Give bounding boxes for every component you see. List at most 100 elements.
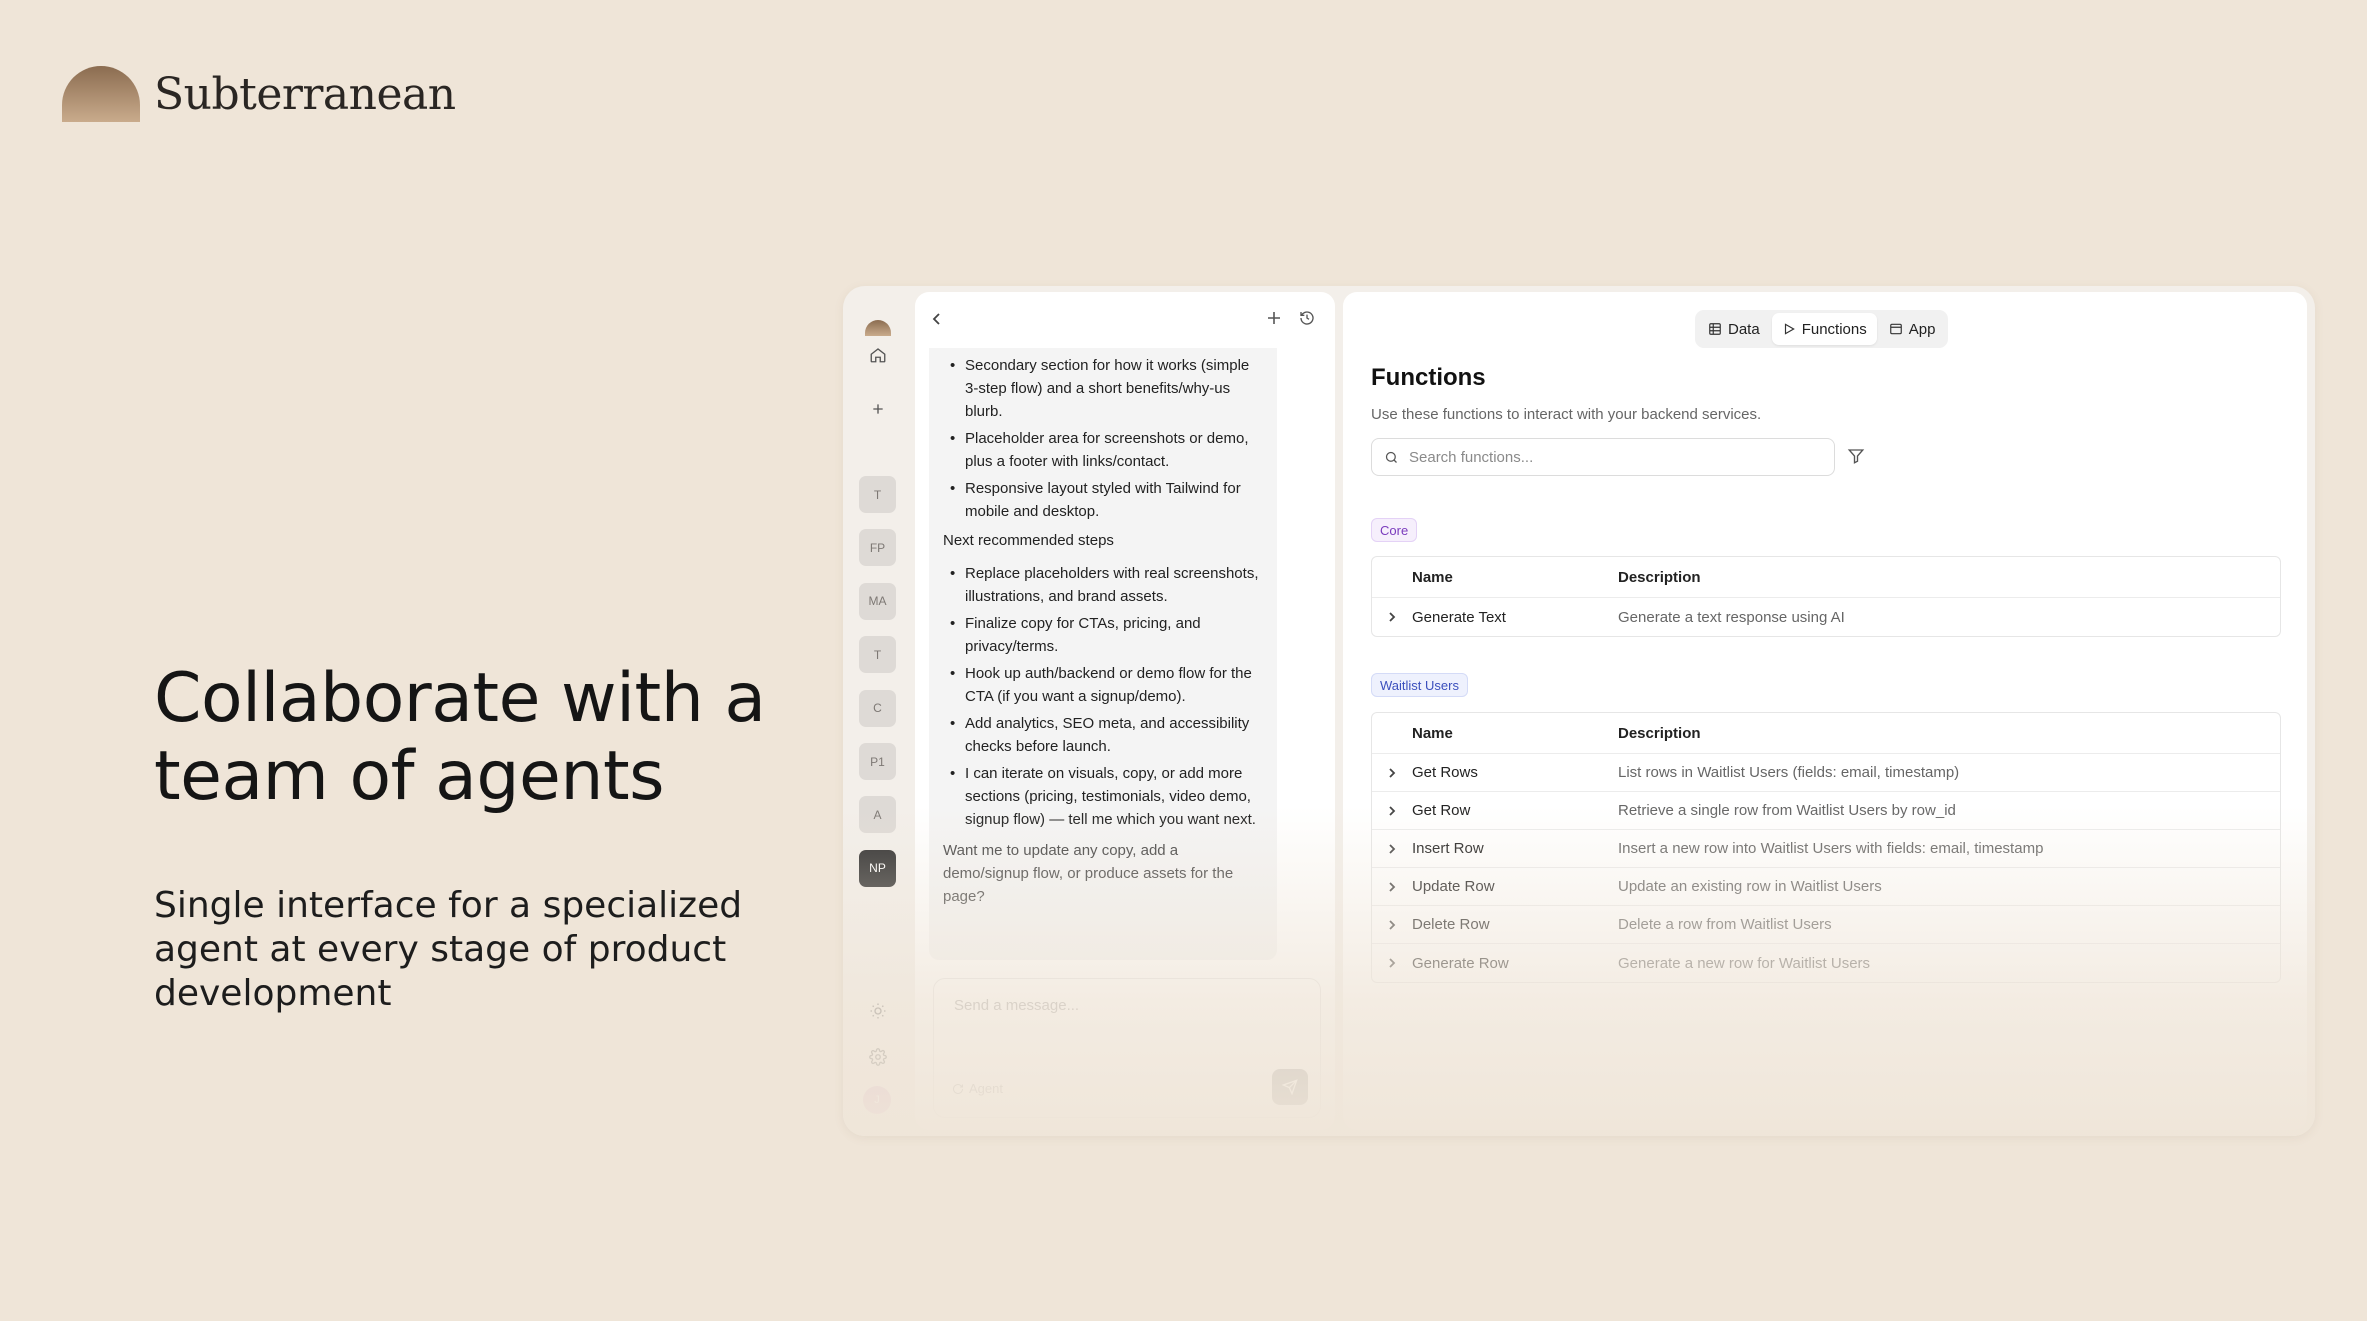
page-title: Functions xyxy=(1371,364,1486,391)
summary-bullets: Secondary section for how it works (simp… xyxy=(943,354,1265,523)
step-item: I can iterate on visuals, copy, or add m… xyxy=(943,762,1265,831)
function-row[interactable]: Generate Text Generate a text response us… xyxy=(1372,598,2280,636)
send-button[interactable] xyxy=(1272,1069,1308,1105)
function-row[interactable]: Insert Row Insert a new row into Waitlist… xyxy=(1372,830,2280,868)
function-name: Get Row xyxy=(1412,802,1471,819)
chevron-right-icon[interactable] xyxy=(1372,957,1412,969)
function-description: List rows in Waitlist Users (fields: ema… xyxy=(1618,764,1960,781)
summary-bullet: Secondary section for how it works (simp… xyxy=(943,354,1265,423)
project-chip[interactable]: MA xyxy=(859,582,896,620)
hero-title: Collaborate with a team of agents xyxy=(154,659,766,816)
project-chip[interactable]: T xyxy=(859,636,896,674)
hero-subtitle: Single interface for a specialized agent… xyxy=(154,885,743,1014)
search-box[interactable] xyxy=(1371,438,1835,476)
play-icon xyxy=(1782,322,1796,336)
functions-table-waitlist-users: Name Description Get Rows List rows in Wait… xyxy=(1371,712,2281,983)
search-icon xyxy=(1385,451,1397,463)
project-chip[interactable]: NP xyxy=(859,849,896,887)
chevron-right-icon[interactable] xyxy=(1372,843,1412,855)
function-row[interactable]: Get Rows List rows in Waitlist Users (fie… xyxy=(1372,754,2280,792)
function-name: Generate Row xyxy=(1412,954,1509,972)
project-chip[interactable]: T xyxy=(859,476,896,513)
chevron-right-icon[interactable] xyxy=(1372,611,1412,623)
search-input[interactable] xyxy=(1409,448,1809,466)
closing-message: Want me to update any copy, add a demo/s… xyxy=(943,842,1234,905)
step-item: Hook up auth/backend or demo flow for th… xyxy=(943,662,1265,708)
home-icon[interactable] xyxy=(863,340,893,370)
function-name: Insert Row xyxy=(1412,840,1484,857)
new-project-icon[interactable] xyxy=(863,394,893,424)
functions-panel: Data Functions App Functions Use these fun… xyxy=(1343,292,2307,1130)
function-description: Retrieve a single row from Waitlist User… xyxy=(1618,802,1956,819)
tab-label: Data xyxy=(1728,320,1760,338)
function-row[interactable]: Delete Row Delete a row from Waitlist Use… xyxy=(1372,906,2280,944)
view-tabs: Data Functions App xyxy=(1695,310,1949,348)
chat-panel: Secondary section for how it works (simp… xyxy=(915,292,1335,1130)
project-chip[interactable]: C xyxy=(859,689,896,727)
theme-toggle-icon[interactable] xyxy=(863,996,893,1026)
chevron-right-icon[interactable] xyxy=(1372,767,1412,779)
window-icon xyxy=(1889,322,1903,336)
agent-label: Agent xyxy=(969,1081,1003,1096)
back-chevron-icon[interactable] xyxy=(931,310,943,331)
user-avatar[interactable]: J xyxy=(863,1086,891,1114)
left-rail: T FP MA T C P1 A NP J xyxy=(843,286,913,1136)
function-description: Update an existing row in Waitlist Users xyxy=(1618,878,1882,895)
tab-data[interactable]: Data xyxy=(1698,313,1770,345)
functions-table-core: Name Description Generate Text Generate a t… xyxy=(1371,556,2281,637)
project-chip[interactable]: A xyxy=(859,796,896,834)
table-icon xyxy=(1708,322,1722,336)
project-chip[interactable]: FP xyxy=(859,529,896,567)
column-header-description: Description xyxy=(1618,568,1701,586)
table-header: Name Description xyxy=(1372,713,2280,754)
function-row[interactable]: Update Row Update an existing row in Wait… xyxy=(1372,868,2280,906)
filter-icon[interactable] xyxy=(1847,447,1865,470)
tab-functions[interactable]: Functions xyxy=(1771,313,1877,345)
step-item: Replace placeholders with real screensho… xyxy=(943,562,1265,608)
tab-label: Functions xyxy=(1801,320,1867,338)
app-window: TFPMATCP1ANP J Secondary section for how… xyxy=(843,286,2315,1136)
assistant-message: Secondary section for how it works (simp… xyxy=(929,348,1277,960)
table-header: Name Description xyxy=(1372,557,2280,598)
message-composer[interactable]: Send a message... Agent xyxy=(933,978,1321,1118)
project-chip[interactable]: P1 xyxy=(859,743,896,780)
summary-bullet: Placeholder area for screenshots or demo… xyxy=(943,427,1265,473)
refresh-icon xyxy=(953,1083,963,1094)
message-input-placeholder[interactable]: Send a message... xyxy=(954,997,1079,1014)
app-logo[interactable] xyxy=(865,320,891,336)
agent-mode-selector[interactable]: Agent xyxy=(952,1081,1003,1096)
steps-list: Replace placeholders with real screensho… xyxy=(943,562,1265,831)
group-badge-waitlist-users: Waitlist Users xyxy=(1371,673,1468,697)
send-icon xyxy=(1282,1079,1298,1095)
chevron-right-icon[interactable] xyxy=(1372,805,1412,817)
brand: Subterranean xyxy=(62,66,456,122)
chevron-right-icon[interactable] xyxy=(1372,881,1412,893)
column-header-name: Name xyxy=(1412,724,1453,742)
function-name: Update Row xyxy=(1412,878,1495,895)
page-subtitle: Use these functions to interact with you… xyxy=(1371,406,1762,423)
column-header-name: Name xyxy=(1412,568,1453,586)
chevron-right-icon[interactable] xyxy=(1372,919,1412,931)
steps-heading: Next recommended steps xyxy=(943,532,1114,549)
tab-app[interactable]: App xyxy=(1879,313,1946,345)
function-row[interactable]: Generate Row Generate a new row for Waitl… xyxy=(1372,944,2280,982)
column-header-description: Description xyxy=(1618,724,1701,742)
function-description: Generate a text response using AI xyxy=(1618,608,1845,626)
function-name: Generate Text xyxy=(1412,608,1506,626)
step-item: Add analytics, SEO meta, and accessibili… xyxy=(943,712,1265,758)
step-item: Finalize copy for CTAs, pricing, and pri… xyxy=(943,612,1265,658)
chat-header xyxy=(915,292,1335,338)
brand-logo xyxy=(62,66,140,122)
function-description: Generate a new row for Waitlist Users xyxy=(1618,954,1871,972)
function-name: Delete Row xyxy=(1412,916,1490,933)
function-description: Insert a new row into Waitlist Users wit… xyxy=(1618,840,2044,857)
function-description: Delete a row from Waitlist Users xyxy=(1618,916,1832,933)
settings-gear-icon[interactable] xyxy=(863,1042,893,1072)
group-badge-core: Core xyxy=(1371,518,1418,542)
new-chat-plus-icon[interactable] xyxy=(1267,308,1281,331)
function-name: Get Rows xyxy=(1412,764,1478,781)
brand-name: Subterranean xyxy=(154,68,456,120)
function-row[interactable]: Get Row Retrieve a single row from Waitli… xyxy=(1372,792,2280,830)
tab-label: App xyxy=(1908,320,1936,338)
history-icon[interactable] xyxy=(1299,310,1315,331)
